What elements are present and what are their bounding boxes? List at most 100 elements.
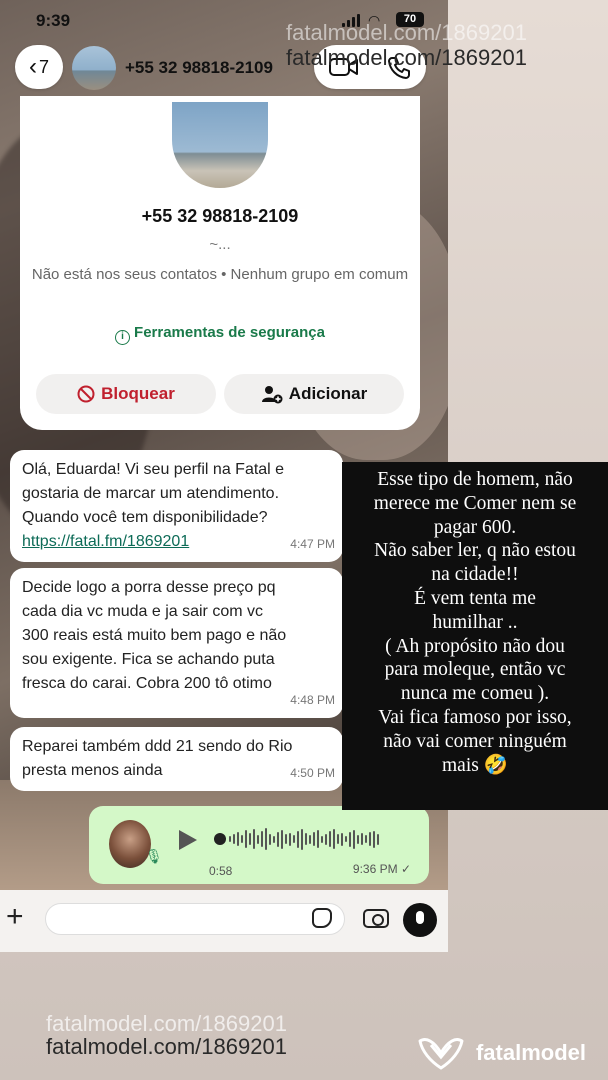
waveform-bar <box>269 833 271 845</box>
add-contact-button[interactable]: Adicionar <box>224 374 404 414</box>
security-tools-label: Ferramentas de segurança <box>134 324 325 341</box>
block-label: Bloquear <box>101 384 175 403</box>
sticker-icon[interactable] <box>312 908 332 928</box>
waveform-bar <box>253 829 255 849</box>
waveform-bar <box>317 830 319 848</box>
story-text-line: não vai comer ninguém <box>383 730 567 752</box>
security-tools-link[interactable]: i Ferramentas de segurança <box>20 324 420 345</box>
message-text: Reparei também ddd 21 sendo do Rio prest… <box>22 738 293 779</box>
message-time: 4:50 PM <box>290 766 335 780</box>
waveform-bar <box>233 834 235 844</box>
avatar[interactable] <box>72 46 116 90</box>
story-text-line: nunca me comeu ). <box>400 683 550 705</box>
waveform-bar <box>309 834 311 844</box>
waveform-bar <box>245 830 247 848</box>
message-text: Olá, Eduarda! Vi seu perfil na Fatal e g… <box>22 461 285 526</box>
voice-duration: 0:58 <box>209 864 233 878</box>
fatalmodel-logo-icon <box>418 1038 464 1070</box>
waveform-bar <box>273 835 275 843</box>
message-bubble[interactable]: Decide logo a porra desse preço pq cada … <box>10 568 343 718</box>
waveform-bar <box>373 830 375 848</box>
story-text-line: pagar 600. <box>433 516 517 538</box>
waveform-bar <box>321 835 323 843</box>
voice-message[interactable]: 🎙︎ 0:58 9:36 PM ✓ <box>89 806 429 884</box>
unread-count: 7 <box>38 56 49 77</box>
waveform-bar <box>257 834 259 844</box>
waveform-bar <box>297 830 299 848</box>
waveform-bar <box>229 836 231 842</box>
story-text-line: na cidade!! <box>431 564 519 586</box>
waveform-bar <box>365 835 367 843</box>
watermark-text: fatalmodel.com/1869201 <box>286 45 527 70</box>
message-input[interactable] <box>45 903 345 935</box>
contact-info-card: +55 32 98818-2109 ~... Não está nos seus… <box>20 96 420 430</box>
message-time: 4:48 PM <box>290 693 335 707</box>
add-contact-icon <box>261 386 283 404</box>
waveform-bar <box>285 834 287 844</box>
plus-icon[interactable]: + <box>6 902 24 932</box>
message-text: Decide logo a porra desse preço pq cada … <box>22 579 287 692</box>
waveform-bar <box>293 835 295 843</box>
contact-status-info: Não está nos seus contatos • Nenhum grup… <box>31 266 409 283</box>
waveform-bar <box>329 831 331 847</box>
waveform-bar <box>377 833 379 845</box>
story-text-line: humilhar .. <box>432 611 518 633</box>
waveform-bar <box>241 835 243 843</box>
waveform-bar <box>357 834 359 844</box>
waveform-bar <box>349 831 351 847</box>
waveform-bar <box>333 829 335 849</box>
story-text-line: mais 🤣 <box>442 754 508 776</box>
fatalmodel-logo: fatalmodel <box>416 1034 586 1072</box>
story-screenshot: 9:39 ◠ 70 ‹ 7 +55 32 98818-2109 +55 32 9… <box>0 0 608 1080</box>
chevron-left-icon: ‹ <box>28 53 37 80</box>
message-time: 4:47 PM <box>290 537 335 551</box>
waveform-bar <box>281 829 283 849</box>
story-text-line: merece me Comer nem se <box>373 492 577 514</box>
waveform-bar <box>353 829 355 849</box>
story-text-line: É vem tenta me <box>414 587 536 609</box>
add-label: Adicionar <box>288 384 368 403</box>
status-time: 9:39 <box>36 11 71 30</box>
waveform-bar <box>265 828 267 850</box>
waveform-bar <box>313 832 315 846</box>
message-bubble[interactable]: Olá, Eduarda! Vi seu perfil na Fatal e g… <box>10 450 343 562</box>
contact-phone: +55 32 98818-2109 <box>141 206 299 226</box>
waveform-bar <box>261 831 263 847</box>
waveform-bar <box>237 832 239 846</box>
back-button[interactable]: ‹ 7 <box>15 45 63 89</box>
watermark-text: fatalmodel.com/1869201 <box>286 20 527 45</box>
story-text-line: para moleque, então vc <box>384 659 566 681</box>
voice-record-button[interactable] <box>403 903 437 937</box>
waveform-bar <box>325 833 327 845</box>
story-text-line: ( Ah propósito não dou <box>385 635 565 657</box>
play-icon[interactable] <box>179 830 197 850</box>
story-text-box: Esse tipo de homem, não merece me Comer n… <box>342 462 608 810</box>
playback-position-handle[interactable] <box>214 833 226 845</box>
block-icon <box>77 385 95 403</box>
waveform-bar <box>345 836 347 842</box>
audio-waveform[interactable] <box>229 826 414 852</box>
contact-subtitle: ~... <box>209 236 231 253</box>
profile-photo[interactable] <box>172 102 268 188</box>
watermark-text: fatalmodel.com/1869201 <box>46 1034 287 1059</box>
waveform-bar <box>369 832 371 846</box>
waveform-bar <box>249 833 251 845</box>
story-text-line: Esse tipo de homem, não <box>377 469 573 490</box>
voice-time: 9:36 PM ✓ <box>352 862 411 876</box>
waveform-bar <box>337 834 339 844</box>
waveform-bar <box>305 833 307 845</box>
message-link[interactable]: https://fatal.fm/1869201 <box>22 530 331 554</box>
waveform-bar <box>341 832 343 846</box>
story-text-line: Vai fica famoso por isso, <box>378 706 572 728</box>
mic-icon: 🎙︎ <box>145 848 163 864</box>
waveform-bar <box>277 831 279 847</box>
waveform-bar <box>301 828 303 850</box>
message-bubble[interactable]: Reparei também ddd 21 sendo do Rio prest… <box>10 727 343 791</box>
logo-label: fatalmodel <box>475 1040 586 1065</box>
waveform-bar <box>289 832 291 846</box>
waveform-bar <box>361 833 363 845</box>
block-button[interactable]: Bloquear <box>36 374 216 414</box>
contact-name[interactable]: +55 32 98818-2109 <box>125 58 273 78</box>
info-icon: i <box>115 330 131 345</box>
camera-icon[interactable] <box>363 909 389 928</box>
